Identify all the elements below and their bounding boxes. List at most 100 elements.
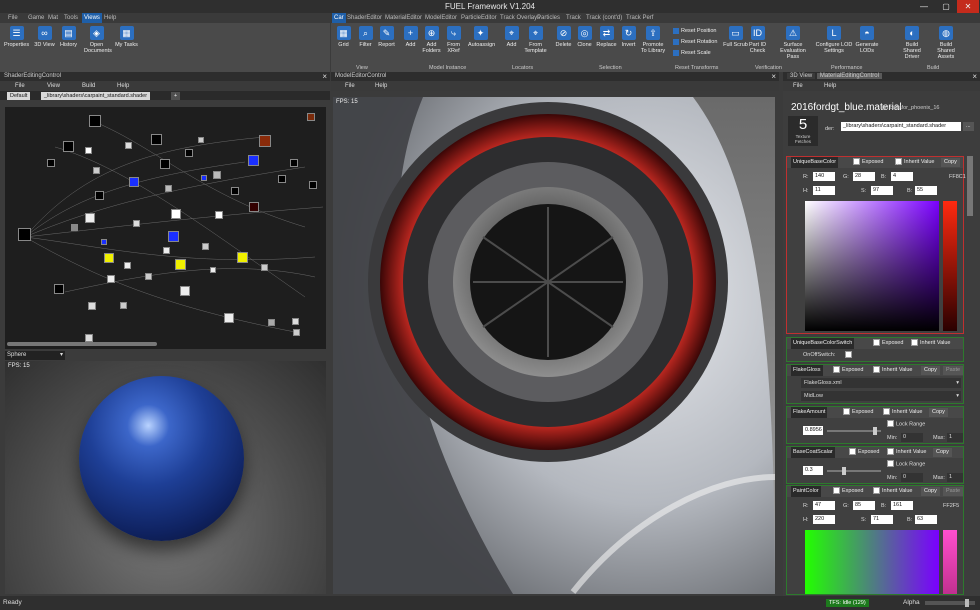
maximize-button[interactable]: ▢ (935, 0, 957, 13)
tab-particle-editor[interactable]: ParticleEditor (459, 13, 499, 23)
model-panel-close-icon[interactable]: × (771, 72, 776, 81)
graph-node[interactable] (292, 318, 299, 325)
paint-color-exposed-checkbox[interactable]: Exposed (833, 486, 863, 497)
alpha-slider[interactable] (925, 599, 975, 607)
menu-tools[interactable]: Tools (62, 13, 80, 23)
base-coat-exposed-checkbox[interactable]: Exposed (849, 447, 879, 458)
shader-menu-file[interactable]: File (15, 81, 25, 91)
graph-node[interactable] (171, 209, 181, 219)
my-tasks-button[interactable]: ▦ My Tasks (114, 26, 139, 64)
flake-gloss-level-select[interactable]: MidLow ▾ (801, 391, 961, 401)
graph-node[interactable] (63, 141, 74, 152)
base-coat-inherit-checkbox[interactable]: Inherit Value (887, 447, 926, 458)
from-template-button[interactable]: ⌖ From Template (523, 26, 548, 64)
menu-mat[interactable]: Mat (46, 13, 60, 23)
graph-node[interactable] (85, 147, 92, 154)
paint-g-input[interactable]: 85 (853, 501, 875, 510)
model-3d-viewport[interactable]: FPS: 15 (333, 97, 775, 594)
graph-node[interactable] (268, 319, 275, 326)
flake-gloss-exposed-checkbox[interactable]: Exposed (833, 365, 863, 376)
flake-amount-max[interactable]: 1 (947, 433, 963, 442)
graph-node[interactable] (54, 284, 64, 294)
material-menu-file[interactable]: File (793, 81, 803, 91)
tab-model-editor[interactable]: ModelEditor (423, 13, 459, 23)
preview-shape-select[interactable]: Sphere ▾ (5, 351, 65, 360)
graph-node[interactable] (165, 185, 172, 192)
graph-node[interactable] (151, 134, 162, 145)
paint-b-input[interactable]: 161 (891, 501, 913, 510)
unique-base-h-input[interactable]: 11 (813, 186, 835, 195)
shader-panel-close-icon[interactable]: × (322, 72, 327, 81)
unique-base-r-input[interactable]: 140 (813, 172, 835, 181)
unique-switch-inherit-checkbox[interactable]: Inherit Value (911, 338, 950, 349)
tab-track-perf[interactable]: Track Perf (624, 13, 655, 23)
graph-node[interactable] (124, 262, 131, 269)
menu-game[interactable]: Game (26, 13, 46, 23)
tab-track[interactable]: Track (564, 13, 583, 23)
tab-material-editor[interactable]: MaterialEditor (383, 13, 424, 23)
configure-lod-button[interactable]: L Configure LOD Settings (815, 26, 853, 64)
graph-node[interactable] (198, 137, 204, 143)
3d-view-button[interactable]: ∞ 3D View (32, 26, 57, 64)
unique-base-s-input[interactable]: 97 (871, 186, 893, 195)
build-shared-assets-button[interactable]: ◍ Build Shared Assets (931, 26, 961, 64)
graph-node[interactable] (201, 175, 207, 181)
tab-3d-view[interactable]: 3D View (787, 73, 816, 79)
tab-particles[interactable]: Particles (535, 13, 562, 23)
add-locator-button[interactable]: ⌖ Add (499, 26, 524, 64)
reset-rotation-button[interactable]: Reset Rotation (673, 37, 717, 47)
shader-preview-viewport[interactable]: FPS: 15 (5, 361, 326, 594)
paint-color-paste-button[interactable]: Paste (943, 487, 964, 496)
graph-node[interactable] (93, 167, 100, 174)
graph-node[interactable] (107, 275, 115, 283)
tab-carpaint-shader[interactable]: _library\shaders\carpaint_standard.shade… (41, 92, 151, 100)
graph-node[interactable] (89, 115, 101, 127)
history-button[interactable]: ▤ History (56, 26, 81, 64)
from-xref-button[interactable]: ⤷ From XRef (441, 26, 466, 64)
menu-file[interactable]: File (6, 13, 20, 23)
graph-scrollbar[interactable] (7, 342, 157, 346)
build-shared-driver-button[interactable]: ◐ Build Shared Driver (897, 26, 927, 64)
graph-node[interactable] (101, 239, 107, 245)
material-menu-help[interactable]: Help (824, 81, 836, 91)
shader-menu-build[interactable]: Build (82, 81, 95, 91)
flake-gloss-inherit-checkbox[interactable]: Inherit Value (873, 365, 912, 376)
graph-node[interactable] (18, 228, 31, 241)
base-coat-input[interactable]: 0.3 (803, 466, 823, 475)
report-button[interactable]: ✎ Report (374, 26, 399, 64)
unique-base-brightness-slider[interactable] (943, 201, 957, 331)
paint-brightness-slider[interactable] (943, 530, 957, 594)
graph-node[interactable] (259, 135, 271, 147)
paint-color-copy-button[interactable]: Copy (921, 487, 940, 496)
graph-node[interactable] (202, 243, 209, 250)
on-off-switch-checkbox[interactable] (845, 351, 852, 358)
unique-base-exposed-checkbox[interactable]: Exposed (853, 157, 883, 168)
autoassign-button[interactable]: ✦ Autoassign (468, 26, 495, 64)
graph-node[interactable] (249, 202, 259, 212)
surface-evaluation-button[interactable]: ⚠ Surface Evaluation Pass (774, 26, 812, 64)
unique-base-copy-button[interactable]: Copy (941, 158, 960, 167)
graph-node[interactable] (175, 259, 186, 270)
shader-node-graph[interactable] (5, 107, 326, 349)
minimize-button[interactable]: — (913, 0, 935, 13)
graph-node[interactable] (85, 334, 93, 342)
base-coat-max[interactable]: 1 (947, 473, 963, 482)
unique-base-b-input[interactable]: 4 (891, 172, 913, 181)
shader-menu-view[interactable]: View (47, 81, 60, 91)
material-panel-close-icon[interactable]: × (972, 72, 977, 81)
menu-help[interactable]: Help (102, 13, 118, 23)
material-scrollbar[interactable] (967, 156, 973, 216)
base-coat-slider-thumb[interactable] (842, 467, 846, 475)
graph-node[interactable] (160, 159, 170, 169)
graph-node[interactable] (185, 149, 193, 157)
open-documents-button[interactable]: ◈ Open Documents (84, 26, 112, 64)
close-window-button[interactable]: ✕ (957, 0, 979, 13)
graph-node[interactable] (133, 220, 140, 227)
paint-r-input[interactable]: 47 (813, 501, 835, 510)
properties-button[interactable]: ☰ Properties (4, 26, 29, 64)
reset-position-button[interactable]: Reset Position (673, 26, 716, 36)
paint-color-field[interactable] (805, 530, 939, 594)
graph-node[interactable] (261, 264, 268, 271)
graph-node[interactable] (307, 113, 315, 121)
browse-shader-button[interactable]: ... (963, 122, 974, 131)
